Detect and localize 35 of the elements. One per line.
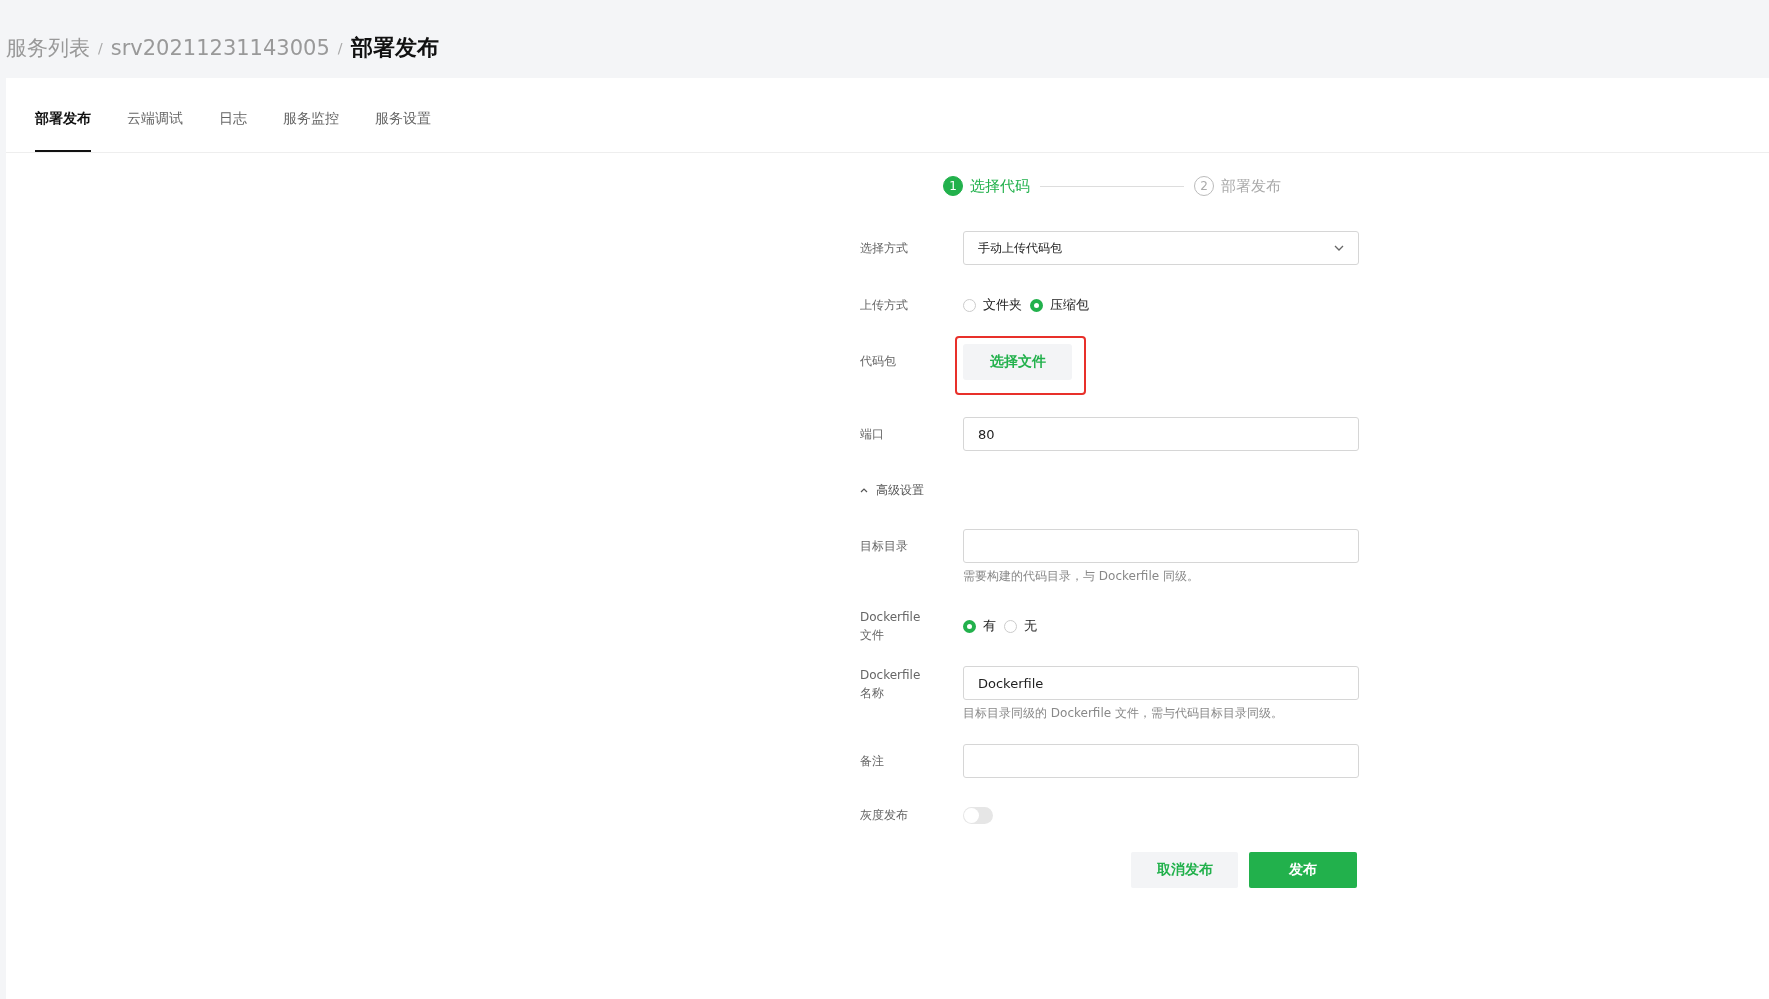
input-field[interactable] [963,744,1359,778]
field-label: 上传方式 [860,297,909,314]
step-number: 2 [1194,176,1214,196]
advanced-settings-toggle[interactable]: 高级设置 [860,481,924,499]
field-label: 灰度发布 [860,807,909,824]
radio-option[interactable]: 有 [963,617,996,635]
input-field[interactable]: Dockerfile [963,666,1359,700]
tab[interactable]: 服务设置 [375,110,431,152]
field-label: Dockerfile 名称 [860,667,922,702]
tab[interactable]: 日志 [219,110,247,152]
select-field[interactable]: 手动上传代码包 [963,231,1359,265]
toggle-switch[interactable] [963,806,993,824]
hint-text: 目标目录同级的 Dockerfile 文件，需与代码目标目录同级。 [963,705,1284,722]
hint-text: 需要构建的代码目录，与 Dockerfile 同级。 [963,568,1200,585]
tab[interactable]: 部署发布 [35,110,91,152]
breadcrumb-separator: / [98,40,103,56]
field-label: 目标目录 [860,538,909,555]
breadcrumb-separator: / [337,40,343,56]
field-label: 代码包 [860,353,897,370]
step-label: 部署发布 [1221,176,1281,196]
field-label: 端口 [860,426,885,443]
radio-option[interactable]: 无 [1004,617,1037,635]
chevron-down-icon [1334,245,1344,251]
tab[interactable]: 云端调试 [127,110,183,152]
radio-option[interactable]: 文件夹 [963,296,1022,314]
field-label: 选择方式 [860,240,909,257]
input-field[interactable] [963,529,1359,563]
page-title: 部署发布 [350,34,439,62]
tab[interactable]: 服务监控 [283,110,339,152]
field-label: Dockerfile 文件 [860,609,922,644]
field-label: 备注 [860,753,885,770]
step-number: 1 [943,176,963,196]
radio-option[interactable]: 压缩包 [1030,296,1089,314]
input-field[interactable]: 80 [963,417,1359,451]
step-label: 选择代码 [970,176,1030,196]
